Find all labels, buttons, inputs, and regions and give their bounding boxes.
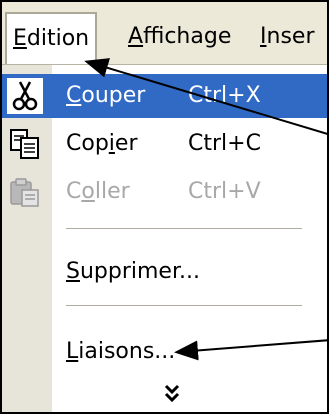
- menu-bar: Edition Affichage Inser: [2, 2, 327, 65]
- menu-item-label: Supprimer...: [66, 259, 200, 284]
- menu-item-label: Coller: [66, 179, 130, 204]
- menu-edition[interactable]: Edition: [5, 12, 98, 64]
- menu-insertion[interactable]: Inser: [260, 12, 315, 62]
- menu-item-liaisons[interactable]: Liaisons...: [2, 330, 327, 374]
- menu-item-coller[interactable]: Coller Ctrl+V: [2, 170, 327, 214]
- paste-icon: [6, 173, 44, 211]
- menu-separator: [66, 305, 302, 307]
- menu-separator: [66, 228, 302, 230]
- scissors-icon: [6, 77, 44, 115]
- menu-item-copier[interactable]: Copier Ctrl+C: [2, 122, 327, 166]
- menu-affichage[interactable]: Affichage: [128, 12, 231, 62]
- edition-dropdown-menu: Couper Ctrl+X Copier Ctrl+C Coller Ctrl+…: [2, 65, 327, 412]
- menu-item-label: Couper: [66, 83, 146, 108]
- menu-item-shortcut: Ctrl+X: [188, 83, 261, 108]
- menu-item-label: Copier: [66, 131, 138, 156]
- menu-item-supprimer[interactable]: Supprimer...: [2, 250, 327, 294]
- copy-icon: [6, 125, 44, 163]
- menu-item-label: Liaisons...: [66, 339, 176, 364]
- menu-item-shortcut: Ctrl+C: [188, 131, 261, 156]
- screenshot-frame: Edition Affichage Inser Couper Ctrl+X Co…: [0, 0, 329, 414]
- menu-item-couper[interactable]: Couper Ctrl+X: [2, 74, 327, 118]
- double-chevron-down-icon[interactable]: [160, 383, 184, 405]
- menu-item-shortcut: Ctrl+V: [188, 179, 261, 204]
